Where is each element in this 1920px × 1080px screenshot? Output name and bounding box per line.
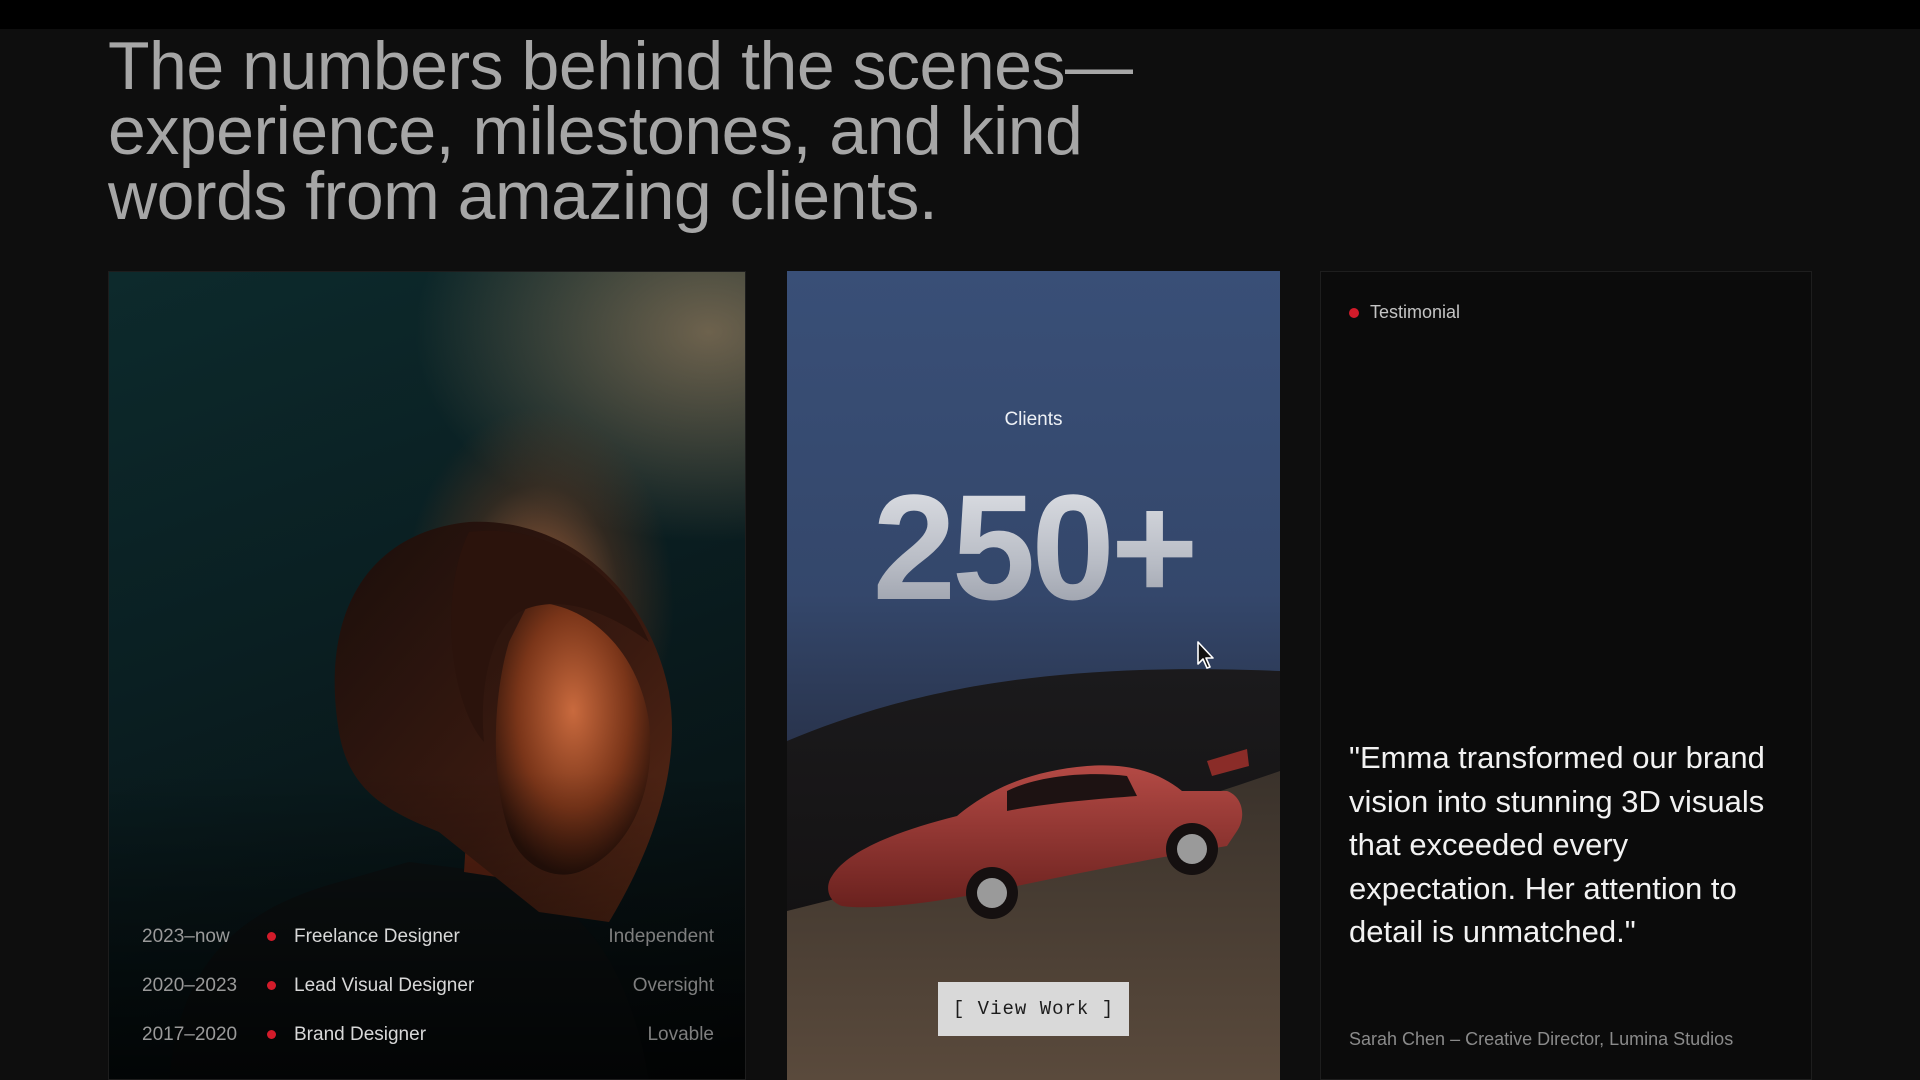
clients-card: Clients 250+ [ View Work ] [787,271,1280,1080]
experience-timeline: 2023–now Freelance Designer Independent … [142,912,714,1059]
top-strip [0,0,1920,29]
timeline-years: 2017–2020 [142,1023,238,1045]
red-dot-icon [267,932,276,941]
testimonial-tag-label: Testimonial [1370,302,1461,322]
testimonial-card: Testimonial "Emma transformed our brand … [1320,271,1812,1080]
timeline-company: Lovable [647,1023,714,1045]
red-dot-icon [1349,307,1359,318]
timeline-company: Independent [608,925,714,947]
headline-line-3: words from amazing clients. [108,158,938,234]
testimonial-tag: Testimonial [1349,302,1460,323]
testimonial-quote: "Emma transformed our brand vision into … [1349,740,1765,949]
timeline-row: 2020–2023 Lead Visual Designer Oversight [142,961,714,1010]
timeline-role: Brand Designer [294,1023,427,1045]
view-work-button[interactable]: [ View Work ] [938,982,1129,1036]
clients-count: 250+ [787,461,1280,634]
headline-line-1: The numbers behind the scenes— [108,28,1133,104]
red-dot-icon [267,1030,276,1039]
sports-car-image [787,669,1280,1080]
timeline-role: Lead Visual Designer [294,974,475,996]
clients-label: Clients [1004,409,1063,430]
timeline-row: 2023–now Freelance Designer Independent [142,912,714,961]
headline-line-2: experience, milestones, and kind [108,93,1083,169]
testimonial-author: Sarah Chen – Creative Director, Lumina S… [1349,1029,1734,1049]
mouse-cursor-icon [1197,641,1214,669]
timeline-years: 2023–now [142,925,230,947]
section-headline: The numbers behind the scenes— experienc… [108,28,1208,234]
experience-card: 2023–now Freelance Designer Independent … [108,271,746,1080]
timeline-company: Oversight [632,974,714,996]
timeline-role: Freelance Designer [294,925,460,947]
timeline-years: 2020–2023 [142,974,238,996]
red-dot-icon [267,981,276,990]
timeline-row: 2017–2020 Brand Designer Lovable [142,1010,714,1059]
